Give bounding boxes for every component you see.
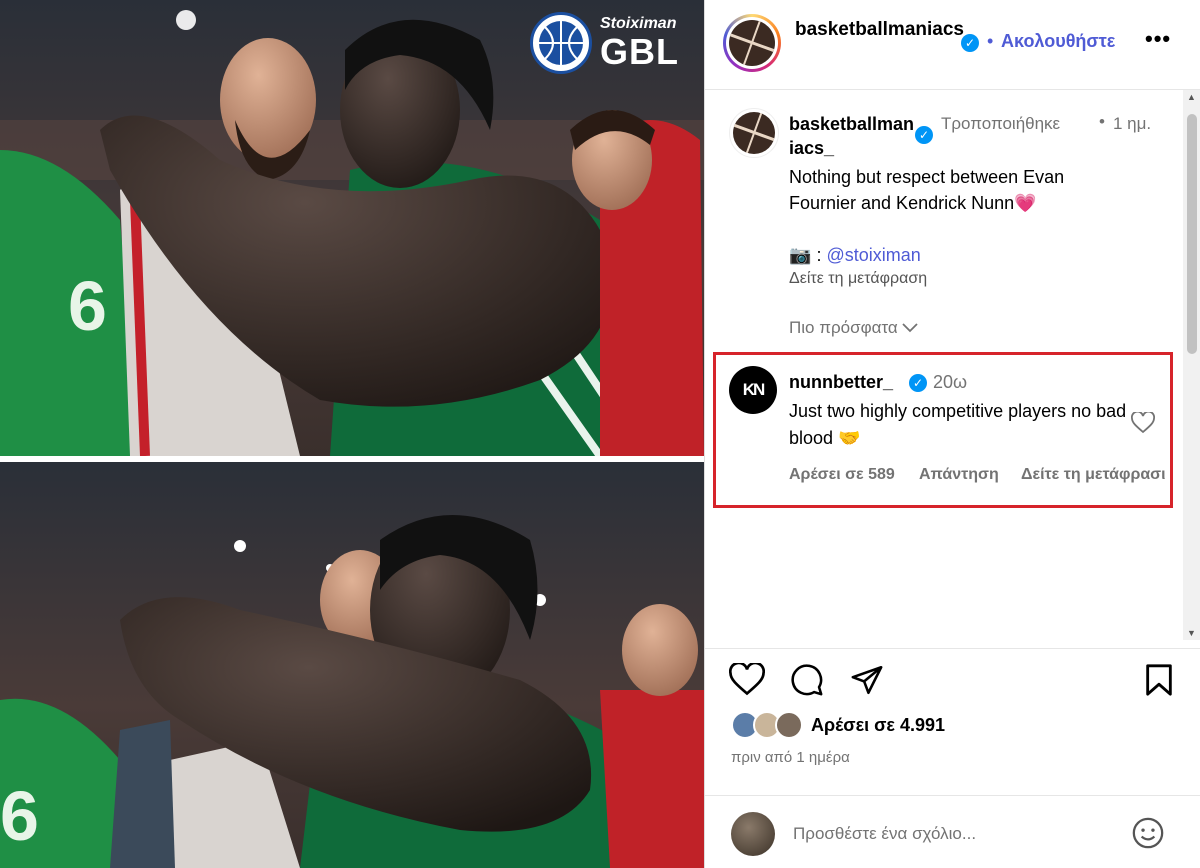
author-avatar[interactable]	[723, 14, 781, 72]
post-header: basketballmaniacs_ ✓ • Ακολουθήστε •••	[705, 0, 1200, 90]
like-heart-icon[interactable]	[728, 661, 766, 702]
comment-likes-count[interactable]: Αρέσει σε 589	[789, 466, 895, 484]
current-user-avatar	[731, 812, 775, 856]
logo-brand-text: Stoiximan	[600, 15, 677, 32]
credit-mention-link[interactable]: @stoiximan	[826, 245, 920, 265]
scroll-down-arrow-icon[interactable]: ▼	[1187, 628, 1196, 638]
caption-separator: •	[1099, 112, 1105, 131]
emoji-smiley-icon[interactable]	[1131, 816, 1165, 855]
share-paper-plane-icon[interactable]	[849, 663, 885, 702]
comment-bubble-icon[interactable]	[789, 663, 825, 702]
comment-timestamp[interactable]: 20ω	[933, 372, 967, 393]
logo-league-text: GBL	[600, 31, 679, 72]
handshake-emoji: 🤝	[838, 428, 861, 448]
basketball-logo-icon	[530, 12, 592, 74]
photo-collage: 6 6	[0, 0, 704, 868]
sort-comments-dropdown[interactable]: Πιο πρόσφατα	[789, 318, 919, 338]
credit-separator: :	[816, 245, 822, 265]
chevron-down-icon	[902, 318, 919, 337]
save-bookmark-icon[interactable]	[1143, 663, 1175, 702]
caption-text: Nothing but respect between Evan Fournie…	[789, 164, 1129, 216]
comment-reply-button[interactable]: Απάντηση	[919, 466, 999, 484]
caption-translate-link[interactable]: Δείτε τη μετάφραση	[789, 270, 927, 288]
comment-translate-link[interactable]: Δείτε τη μετάφρασι	[1021, 466, 1181, 484]
author-username[interactable]: basketballmaniacs_	[795, 18, 981, 42]
more-options-icon[interactable]: •••	[1145, 26, 1171, 52]
comments-section[interactable]: basketballmaniacs_ ✓ Τροποποιήθηκε • 1 η…	[705, 90, 1183, 640]
vertical-scrollbar[interactable]: ▲ ▼	[1183, 90, 1200, 640]
liker-avatar	[775, 711, 803, 739]
svg-text:6: 6	[0, 777, 39, 855]
photo-credit: 📷 : @stoiximan	[789, 245, 921, 266]
svg-text:6: 6	[68, 267, 107, 345]
post-image[interactable]: 6 6 Stoiximan GBL	[0, 0, 704, 868]
scroll-up-arrow-icon[interactable]: ▲	[1187, 92, 1196, 102]
verified-badge-icon: ✓	[909, 374, 927, 392]
caption-username[interactable]: basketballmaniacs_	[789, 112, 919, 160]
post-timestamp[interactable]: πριν από 1 ημέρα	[731, 749, 850, 766]
pink-heart-emoji: 💗	[1014, 193, 1037, 213]
caption-timestamp[interactable]: 1 ημ.	[1113, 112, 1153, 136]
vertical-scroll-thumb[interactable]	[1187, 114, 1197, 354]
header-separator: •	[987, 31, 994, 51]
caption-edited-label: Τροποποιήθηκε	[941, 114, 1061, 133]
liker-avatars[interactable]	[731, 711, 807, 741]
gbl-logo: Stoiximan GBL	[530, 12, 679, 74]
commenter-avatar[interactable]: KN	[729, 366, 777, 414]
commenter-username[interactable]: nunnbetter_	[789, 372, 893, 393]
add-comment-row	[705, 795, 1200, 868]
verified-badge-icon: ✓	[961, 34, 979, 52]
add-comment-input[interactable]	[793, 818, 1123, 850]
caption-avatar[interactable]	[729, 108, 779, 158]
sort-label: Πιο πρόσφατα	[789, 318, 898, 337]
basketball-avatar-icon	[729, 20, 775, 66]
follow-button[interactable]: Ακολουθήστε	[1001, 31, 1115, 52]
basketball-avatar-icon	[733, 112, 775, 154]
post-panel: basketballmaniacs_ ✓ • Ακολουθήστε ••• b…	[704, 0, 1200, 868]
post-likes-count[interactable]: Αρέσει σε 4.991	[811, 715, 945, 736]
comment-like-heart-icon[interactable]	[1131, 410, 1155, 439]
verified-badge-icon: ✓	[915, 126, 933, 144]
camera-emoji-icon: 📷	[789, 245, 812, 265]
comment-text: Just two highly competitive players no b…	[789, 398, 1129, 452]
post-actions: Αρέσει σε 4.991 πριν από 1 ημέρα	[705, 648, 1200, 868]
